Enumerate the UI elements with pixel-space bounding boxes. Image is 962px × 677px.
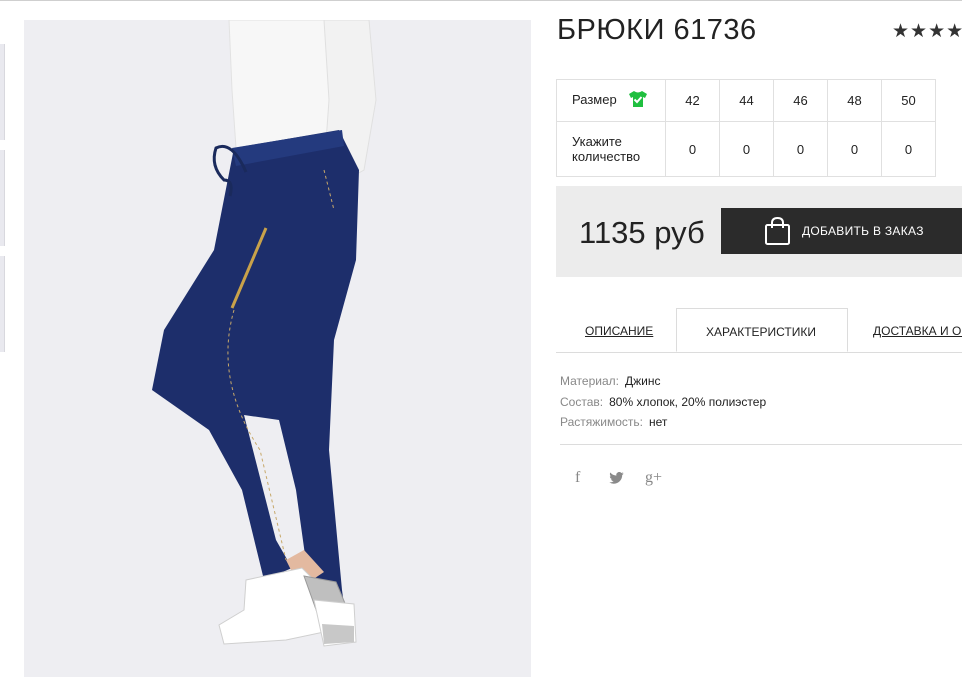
size-option[interactable]: 48 <box>827 79 882 122</box>
thumbnail[interactable] <box>0 44 5 140</box>
add-to-order-button[interactable]: ДОБАВИТЬ В ЗАКАЗ <box>721 208 962 254</box>
spec-key: Состав: <box>560 394 604 409</box>
spec-row: Материал: Джинс <box>560 371 766 392</box>
size-quantity-table: Размер 42 44 46 48 50 Укажите количество… <box>556 79 936 177</box>
specs-divider <box>560 444 962 445</box>
buy-box: 1135 руб ДОБАВИТЬ В ЗАКАЗ <box>556 186 962 277</box>
quantity-input[interactable]: 0 <box>881 121 936 177</box>
jeans-photo-illustration <box>24 20 531 677</box>
rating-stars[interactable]: ★★★★ <box>892 20 962 43</box>
tab-delivery[interactable]: ДОСТАВКА И ОПЛАТА <box>848 308 962 352</box>
top-divider <box>0 0 962 1</box>
quantity-label: Укажите количество <box>556 121 666 177</box>
size-label-cell: Размер <box>556 79 666 122</box>
product-tabs: ОПИСАНИЕ ХАРАКТЕРИСТИКИ ДОСТАВКА И ОПЛАТ… <box>556 308 962 353</box>
tab-description-label: ОПИСАНИЕ <box>585 324 654 338</box>
thumbnail[interactable] <box>0 256 5 352</box>
tab-characteristics[interactable]: ХАРАКТЕРИСТИКИ <box>676 308 848 352</box>
shopping-bag-icon <box>764 216 791 251</box>
price: 1135 руб <box>579 215 705 250</box>
facebook-icon[interactable]: f <box>575 469 580 487</box>
spec-row: Состав: 80% хлопок, 20% полиэстер <box>560 392 766 413</box>
product-photo[interactable] <box>24 20 531 677</box>
spec-row: Растяжимость: нет <box>560 412 766 433</box>
add-to-order-label: ДОБАВИТЬ В ЗАКАЗ <box>802 224 924 238</box>
spec-value: нет <box>649 415 668 429</box>
size-row: Размер 42 44 46 48 50 <box>556 79 936 122</box>
quantity-input[interactable]: 0 <box>665 121 720 177</box>
product-title: БРЮКИ 61736 <box>557 14 757 46</box>
quantity-label-line: Укажите <box>572 134 622 149</box>
twitter-icon[interactable] <box>609 471 624 488</box>
quantity-input[interactable]: 0 <box>719 121 774 177</box>
thumbnail[interactable] <box>0 150 5 246</box>
quantity-row: Укажите количество 0 0 0 0 0 <box>556 121 936 177</box>
spec-value: 80% хлопок, 20% полиэстер <box>609 394 767 409</box>
tabs-baseline <box>556 352 962 353</box>
quantity-label-line: количество <box>572 149 641 164</box>
google-plus-icon[interactable]: g+ <box>645 469 662 487</box>
size-option[interactable]: 42 <box>665 79 720 122</box>
size-label: Размер <box>572 91 617 107</box>
specs-list: Материал: Джинс Состав: 80% хлопок, 20% по… <box>560 371 766 433</box>
spec-key: Материал: <box>560 374 619 388</box>
tshirt-check-icon[interactable] <box>628 90 648 111</box>
size-option[interactable]: 50 <box>881 79 936 122</box>
quantity-input[interactable]: 0 <box>827 121 882 177</box>
tab-characteristics-label: ХАРАКТЕРИСТИКИ <box>706 325 817 339</box>
thumbnail-strip <box>0 44 5 362</box>
spec-value: Джинс <box>624 374 661 388</box>
quantity-input[interactable]: 0 <box>773 121 828 177</box>
size-option[interactable]: 44 <box>719 79 774 122</box>
tab-description[interactable]: ОПИСАНИЕ <box>556 308 676 352</box>
tab-delivery-label: ДОСТАВКА И ОПЛАТА <box>873 324 962 338</box>
spec-key: Растяжимость: <box>560 415 644 429</box>
size-option[interactable]: 46 <box>773 79 828 122</box>
